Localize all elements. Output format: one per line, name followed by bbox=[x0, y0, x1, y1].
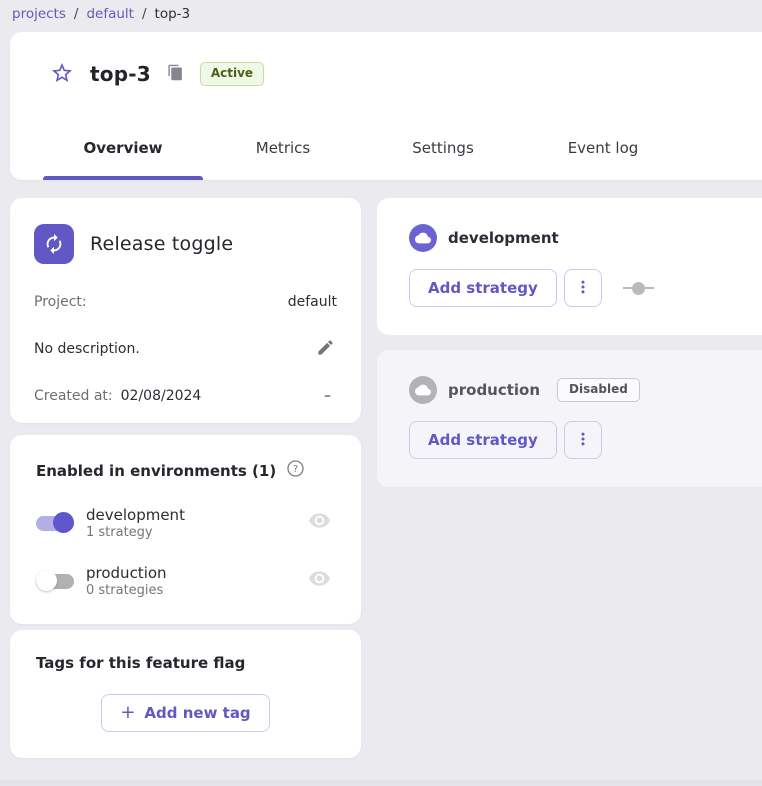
plus-icon: + bbox=[120, 704, 135, 722]
right-column: development Add strategy bbox=[377, 198, 762, 487]
environment-row-production: production 0 strategies bbox=[36, 564, 335, 598]
add-strategy-button-development[interactable]: Add strategy bbox=[409, 269, 557, 307]
breadcrumb-link-default[interactable]: default bbox=[86, 6, 134, 22]
empty-value-dash: – bbox=[324, 388, 337, 404]
svg-text:?: ? bbox=[293, 464, 298, 475]
flag-info-card: Release toggle Project: default No descr… bbox=[10, 198, 361, 423]
copy-icon bbox=[167, 64, 184, 84]
add-strategy-label: Add strategy bbox=[428, 431, 538, 449]
breadcrumb-link-projects[interactable]: projects bbox=[12, 6, 66, 22]
production-strategies-panel: production Disabled Add strategy bbox=[377, 350, 762, 487]
three-dots-menu-icon bbox=[574, 276, 592, 301]
created-row: Created at: 02/08/2024 – bbox=[34, 388, 337, 404]
environment-strategy-count: 0 strategies bbox=[86, 583, 308, 598]
flag-type-label: Release toggle bbox=[90, 233, 233, 255]
project-label: Project: bbox=[34, 294, 87, 310]
sync-arrows-icon bbox=[34, 224, 74, 264]
eye-icon[interactable] bbox=[308, 509, 331, 536]
tags-card: Tags for this feature flag + Add new tag bbox=[10, 630, 361, 758]
pencil-icon bbox=[316, 338, 335, 360]
tab-settings[interactable]: Settings bbox=[363, 116, 523, 180]
breadcrumb-separator: / bbox=[74, 6, 79, 22]
add-new-tag-label: Add new tag bbox=[144, 704, 250, 722]
environment-strategy-count: 1 strategy bbox=[86, 525, 308, 540]
page-bottom-edge bbox=[0, 780, 762, 786]
created-value: 02/08/2024 bbox=[121, 388, 202, 404]
tab-event-log[interactable]: Event log bbox=[523, 116, 683, 180]
favorite-star-button[interactable] bbox=[48, 59, 76, 90]
cloud-icon bbox=[409, 224, 437, 252]
breadcrumb-separator: / bbox=[142, 6, 147, 22]
status-badge: Active bbox=[200, 62, 264, 85]
project-row: Project: default bbox=[34, 294, 337, 310]
environment-menu-button[interactable] bbox=[564, 269, 602, 307]
flag-header-card: top-3 Active Overview Metrics Settings E… bbox=[10, 32, 762, 180]
environment-row-development: development 1 strategy bbox=[36, 506, 335, 540]
project-value: default bbox=[288, 294, 337, 310]
environment-name: production bbox=[86, 564, 308, 583]
strategy-connector-node bbox=[623, 282, 654, 295]
environment-panel-name: production bbox=[448, 381, 540, 399]
created-label: Created at: bbox=[34, 388, 113, 404]
environment-name: development bbox=[86, 506, 308, 525]
flag-title-row: top-3 Active bbox=[10, 32, 762, 116]
question-circle-icon[interactable]: ? bbox=[286, 459, 305, 482]
description-row: No description. bbox=[34, 336, 337, 362]
left-column: Release toggle Project: default No descr… bbox=[10, 198, 361, 758]
eye-icon[interactable] bbox=[308, 567, 331, 594]
page-title: top-3 bbox=[90, 62, 151, 86]
add-strategy-label: Add strategy bbox=[428, 279, 538, 297]
disabled-badge: Disabled bbox=[557, 378, 640, 401]
tab-metrics[interactable]: Metrics bbox=[203, 116, 363, 180]
tags-card-title: Tags for this feature flag bbox=[36, 654, 335, 672]
tab-bar: Overview Metrics Settings Event log bbox=[43, 116, 762, 180]
feature-flag-page: projects / default / top-3 top-3 Active … bbox=[0, 0, 762, 786]
environments-card-title: Enabled in environments (1) bbox=[36, 462, 276, 480]
development-strategies-panel: development Add strategy bbox=[377, 198, 762, 335]
tab-overview[interactable]: Overview bbox=[43, 116, 203, 180]
three-dots-menu-icon bbox=[574, 428, 592, 453]
environment-menu-button[interactable] bbox=[564, 421, 602, 459]
add-strategy-button-production[interactable]: Add strategy bbox=[409, 421, 557, 459]
environment-panel-name: development bbox=[448, 229, 559, 247]
cloud-icon bbox=[409, 376, 437, 404]
description-text: No description. bbox=[34, 341, 140, 357]
add-new-tag-button[interactable]: + Add new tag bbox=[101, 694, 269, 732]
breadcrumb-current: top-3 bbox=[155, 6, 191, 22]
breadcrumb: projects / default / top-3 bbox=[0, 0, 762, 22]
enabled-environments-card: Enabled in environments (1) ? developmen… bbox=[10, 435, 361, 624]
copy-name-button[interactable] bbox=[165, 62, 186, 86]
edit-description-button[interactable] bbox=[314, 336, 337, 362]
star-outline-icon bbox=[50, 61, 74, 88]
overview-content: Release toggle Project: default No descr… bbox=[10, 198, 762, 758]
development-toggle[interactable] bbox=[36, 512, 74, 534]
production-toggle[interactable] bbox=[36, 570, 74, 592]
